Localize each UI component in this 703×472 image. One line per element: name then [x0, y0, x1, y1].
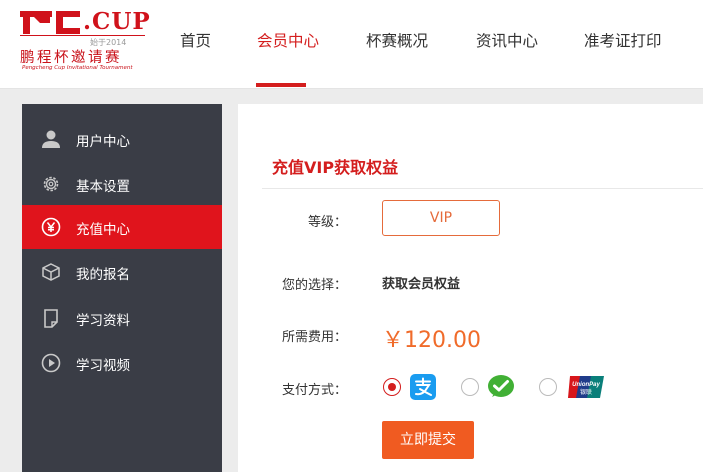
nav-active-indicator	[256, 83, 306, 87]
sidebar-item-study-videos[interactable]: 学习视频	[22, 341, 222, 385]
sidebar-item-label: 学习资料	[76, 313, 130, 329]
box-icon	[42, 263, 60, 281]
gear-icon	[43, 176, 59, 192]
nav-item-cup-overview[interactable]: 杯赛概况	[366, 29, 428, 51]
logo-chinese-name: 鹏程杯邀请赛	[20, 50, 122, 66]
document-icon	[44, 309, 58, 328]
site-header: .CUP 始于2014 鹏程杯邀请赛 Pengcheng Cup Invitat…	[0, 0, 703, 89]
sidebar-item-recharge-center[interactable]: 充值中心	[22, 205, 222, 249]
logo-cup-text: .CUP	[83, 8, 151, 35]
choice-value: 获取会员权益	[382, 277, 461, 292]
play-icon	[41, 353, 61, 373]
nav-item-home[interactable]: 首页	[180, 29, 211, 51]
recharge-panel: 充值VIP获取权益 等级： VIP 您的选择： 获取会员权益 所需费用： ￥12…	[238, 104, 703, 472]
sidebar-item-label: 用户中心	[76, 134, 130, 150]
page-title: 充值VIP获取权益	[272, 158, 399, 177]
user-icon	[42, 130, 60, 148]
fee-label: 所需费用：	[282, 330, 348, 345]
sidebar-item-label: 基本设置	[76, 179, 130, 195]
fee-amount: ￥120.00	[382, 328, 481, 353]
submit-button[interactable]: 立即提交	[382, 421, 474, 459]
svg-text:UnionPay: UnionPay	[572, 382, 600, 388]
level-label: 等级：	[308, 215, 348, 230]
vip-level-option[interactable]: VIP	[382, 200, 500, 236]
unionpay-radio[interactable]	[539, 378, 557, 396]
sidebar: 用户中心 基本设置 充值中心 我的报名 学习资料 学习视频	[22, 104, 222, 472]
wechat-pay-icon[interactable]	[487, 374, 515, 400]
nav-item-member-center[interactable]: 会员中心	[257, 29, 319, 51]
nav-item-news-center[interactable]: 资讯中心	[476, 29, 538, 51]
choice-label: 您的选择：	[282, 278, 348, 293]
title-divider	[262, 188, 703, 189]
payment-method-label: 支付方式：	[282, 383, 348, 398]
alipay-radio[interactable]	[383, 378, 401, 396]
sidebar-item-label: 充值中心	[76, 222, 130, 238]
sidebar-item-label: 学习视频	[76, 358, 130, 374]
sidebar-item-label: 我的报名	[76, 267, 130, 283]
yen-icon	[41, 217, 61, 237]
site-logo[interactable]: .CUP 始于2014 鹏程杯邀请赛 Pengcheng Cup Invitat…	[20, 8, 150, 72]
sidebar-item-basic-settings[interactable]: 基本设置	[22, 162, 222, 206]
sidebar-item-study-materials[interactable]: 学习资料	[22, 296, 222, 340]
logo-english-name: Pengcheng Cup Invitational Tournament	[22, 65, 133, 71]
alipay-icon[interactable]	[410, 374, 436, 400]
sidebar-item-my-registration[interactable]: 我的报名	[22, 250, 222, 294]
unionpay-icon[interactable]: UnionPay 银联	[567, 374, 605, 400]
sidebar-item-user-center[interactable]: 用户中心	[22, 117, 222, 161]
svg-text:银联: 银联	[580, 388, 592, 396]
nav-item-admission-ticket[interactable]: 准考证打印	[584, 29, 662, 51]
wechat-pay-radio[interactable]	[461, 378, 479, 396]
